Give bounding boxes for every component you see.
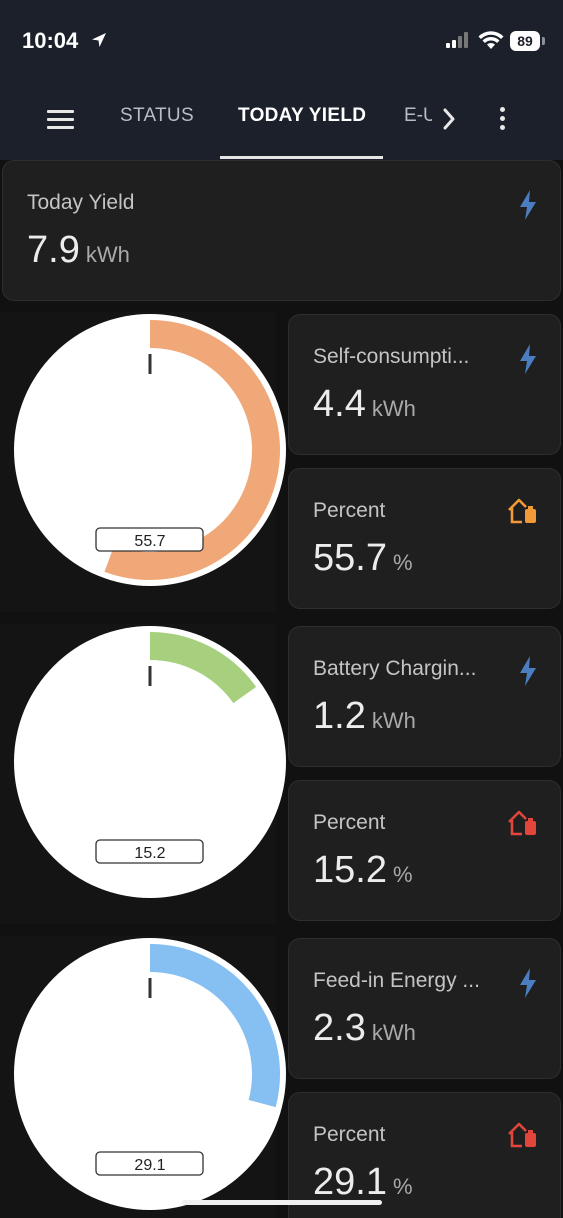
app-bar: STATUS TODAY YIELD E-U xyxy=(0,80,563,160)
lightning-icon xyxy=(520,968,536,998)
energy-title: Self-consumpti... xyxy=(313,345,470,368)
value-number: 55.7 xyxy=(313,537,387,579)
percent-title: Percent xyxy=(313,811,386,834)
gauge-value-label: 55.7 xyxy=(134,533,165,550)
value-unit: % xyxy=(392,550,413,575)
value-unit: kWh xyxy=(371,1020,416,1045)
energy-card[interactable]: Battery Chargin... 1.2 kWh xyxy=(288,626,561,767)
donut-gauge: 15.2 xyxy=(14,626,286,898)
value-number: 4.4 xyxy=(313,383,366,425)
lightning-icon xyxy=(520,190,536,220)
energy-title: Feed-in Energy ... xyxy=(313,969,480,992)
home-battery-icon xyxy=(508,1122,536,1148)
home-battery-icon xyxy=(508,498,536,524)
tab-status[interactable]: STATUS xyxy=(120,105,194,127)
tab-e-u[interactable]: E-U xyxy=(404,105,432,127)
energy-card[interactable]: Self-consumpti... 4.4 kWh xyxy=(288,314,561,455)
today-yield-number: 7.9 xyxy=(27,229,80,271)
value-unit: kWh xyxy=(371,708,416,733)
battery-indicator: 89 xyxy=(510,31,540,51)
wifi-icon xyxy=(478,31,504,49)
energy-value: 4.4 kWh xyxy=(313,383,416,426)
gauge-value-label: 29.1 xyxy=(134,1157,165,1174)
donut-gauge: 55.7 xyxy=(14,314,286,586)
battery-nub xyxy=(542,37,545,45)
active-tab-indicator xyxy=(220,156,383,159)
value-unit: kWh xyxy=(371,396,416,421)
value-number: 1.2 xyxy=(313,695,366,737)
lightning-icon xyxy=(520,344,536,374)
value-number: 15.2 xyxy=(313,849,387,891)
percent-value: 29.1% xyxy=(313,1161,413,1204)
percent-card[interactable]: Percent 55.7% xyxy=(288,468,561,609)
status-time: 10:04 xyxy=(22,28,79,53)
today-yield-card[interactable]: Today Yield 7.9 kWh xyxy=(2,160,561,301)
value-unit: % xyxy=(392,1174,413,1199)
energy-title: Battery Chargin... xyxy=(313,657,477,680)
today-yield-title: Today Yield xyxy=(27,191,135,214)
home-battery-icon xyxy=(508,810,536,836)
energy-card[interactable]: Feed-in Energy ... 2.3 kWh xyxy=(288,938,561,1079)
status-bar: 10:04 89 xyxy=(0,0,563,80)
percent-card[interactable]: Percent 15.2% xyxy=(288,780,561,921)
chevron-right-icon[interactable] xyxy=(438,106,460,132)
today-yield-value: 7.9 kWh xyxy=(27,229,130,272)
value-number: 29.1 xyxy=(313,1161,387,1203)
home-indicator xyxy=(182,1200,382,1205)
lightning-icon xyxy=(520,656,536,686)
percent-value: 55.7% xyxy=(313,537,413,580)
more-options-button[interactable] xyxy=(490,104,514,134)
menu-button[interactable] xyxy=(40,102,80,136)
cellular-signal-icon xyxy=(446,32,468,48)
tab-today-yield[interactable]: TODAY YIELD xyxy=(238,105,366,127)
percent-title: Percent xyxy=(313,499,386,522)
percent-title: Percent xyxy=(313,1123,386,1146)
percent-value: 15.2% xyxy=(313,849,413,892)
today-yield-unit: kWh xyxy=(85,242,130,267)
energy-value: 2.3 kWh xyxy=(313,1007,416,1050)
donut-gauge: 29.1 xyxy=(14,938,286,1210)
gauge-value-label: 15.2 xyxy=(134,845,165,862)
energy-value: 1.2 kWh xyxy=(313,695,416,738)
location-arrow-icon xyxy=(92,33,106,47)
value-number: 2.3 xyxy=(313,1007,366,1049)
value-unit: % xyxy=(392,862,413,887)
